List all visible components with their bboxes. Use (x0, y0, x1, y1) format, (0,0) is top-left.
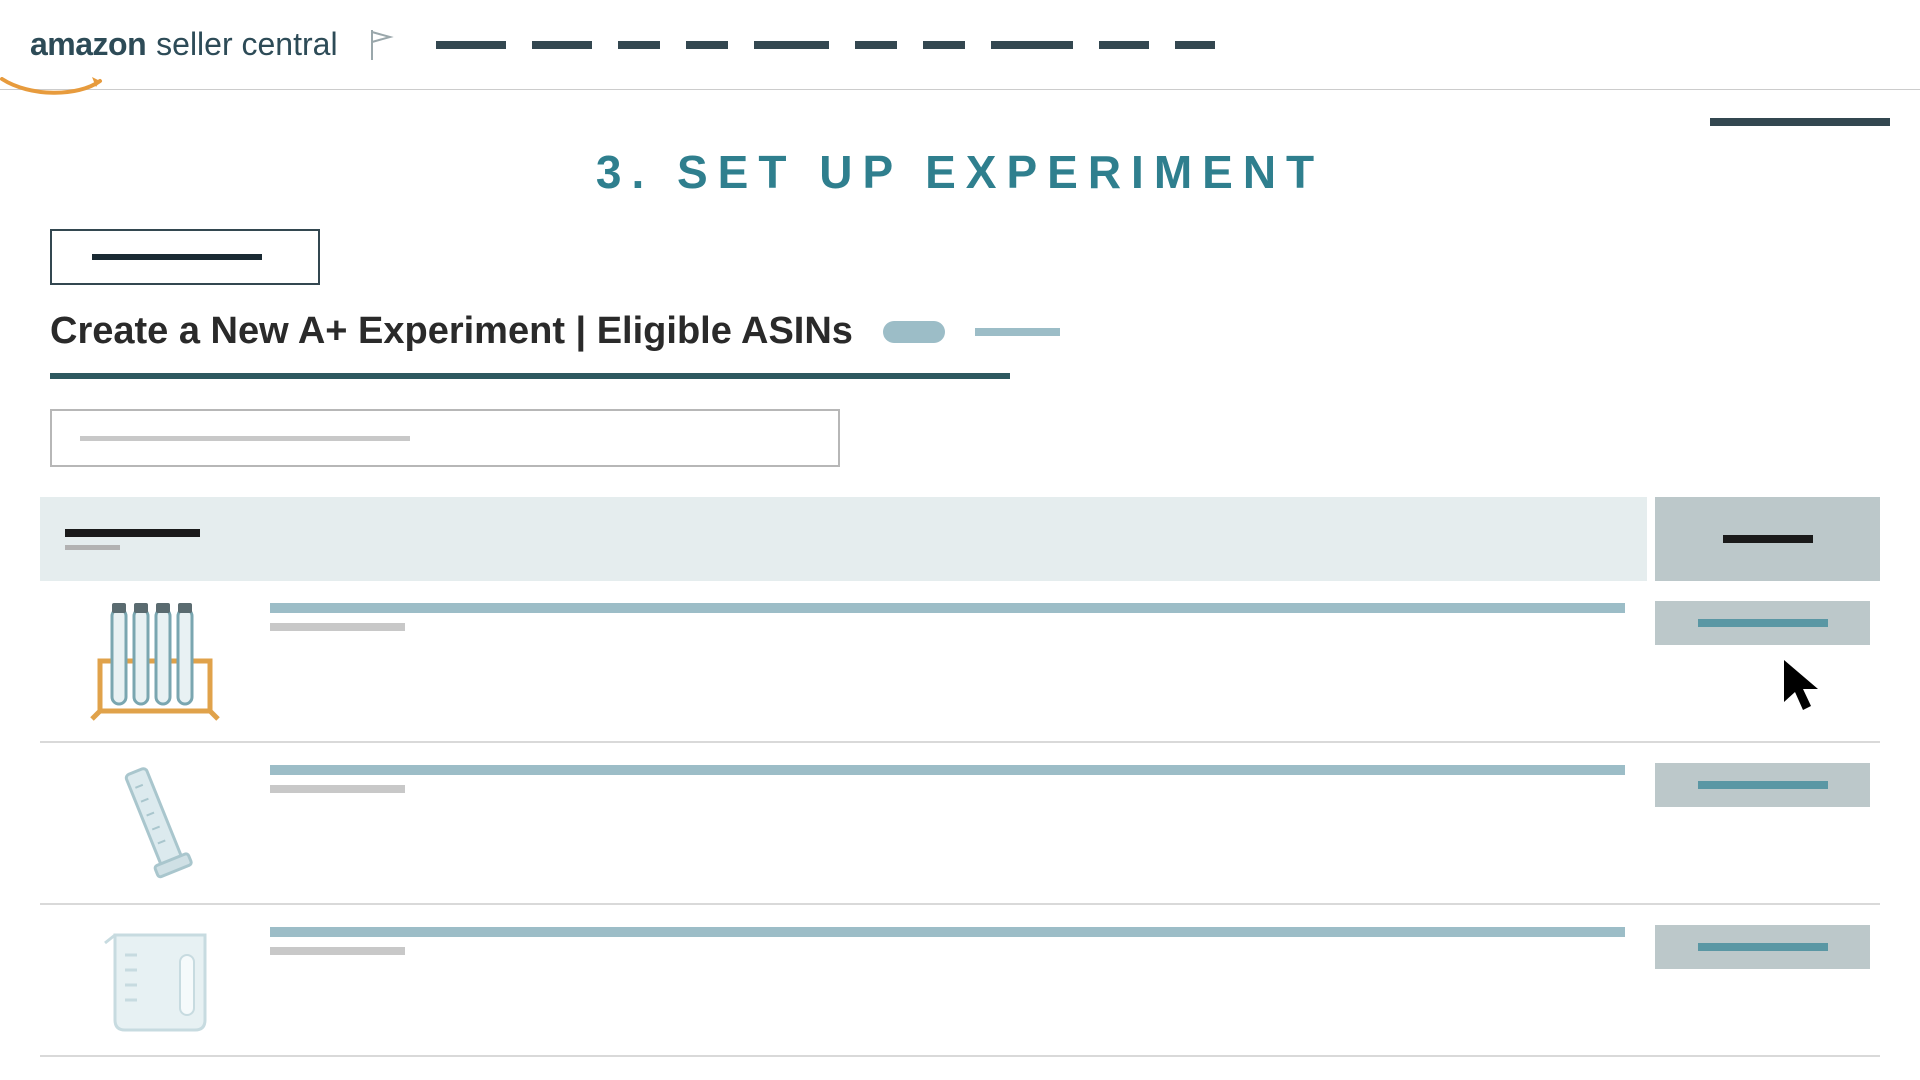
nav-item[interactable] (532, 41, 592, 49)
heading-underline (50, 373, 1010, 379)
nav-item[interactable] (1175, 41, 1215, 49)
create-experiment-button[interactable] (1655, 763, 1870, 807)
top-right-link[interactable] (1710, 118, 1890, 126)
nav-item[interactable] (436, 41, 506, 49)
product-title[interactable] (270, 603, 1625, 613)
nav-item[interactable] (855, 41, 897, 49)
product-image (40, 763, 270, 883)
create-experiment-button[interactable] (1655, 925, 1870, 969)
product-asin (270, 623, 405, 631)
search-placeholder (80, 436, 410, 441)
test-tubes-icon (90, 601, 220, 721)
product-image (40, 601, 270, 721)
info-pill-icon[interactable] (883, 321, 945, 343)
cylinder-icon (100, 763, 210, 883)
product-title[interactable] (270, 927, 1625, 937)
search-input[interactable] (50, 409, 840, 467)
back-button-label (92, 254, 262, 260)
nav-item[interactable] (991, 41, 1073, 49)
step-title: 3. SET UP EXPERIMENT (40, 145, 1880, 199)
logo-smile-icon (0, 77, 110, 95)
nav-item[interactable] (754, 41, 829, 49)
product-title[interactable] (270, 765, 1625, 775)
flag-icon[interactable] (368, 28, 396, 62)
info-text (975, 328, 1060, 336)
logo[interactable]: amazon seller central (30, 26, 338, 63)
table-header (40, 497, 1880, 581)
table-row (40, 581, 1880, 743)
logo-seller-central-text: seller central (156, 26, 337, 63)
nav-item[interactable] (686, 41, 728, 49)
product-image (40, 925, 270, 1035)
beaker-icon (95, 925, 215, 1035)
column-header-action[interactable] (1655, 497, 1880, 581)
table-row (40, 905, 1880, 1057)
asin-table (40, 497, 1880, 1057)
nav-item[interactable] (1099, 41, 1149, 49)
top-bar: amazon seller central (0, 0, 1920, 90)
logo-amazon-text: amazon (30, 26, 146, 63)
page-heading: Create a New A+ Experiment | Eligible AS… (50, 310, 853, 353)
nav-menu (436, 41, 1215, 49)
table-row (40, 743, 1880, 905)
create-experiment-button[interactable] (1655, 601, 1870, 645)
product-asin (270, 785, 405, 793)
product-asin (270, 947, 405, 955)
column-header-product[interactable] (40, 497, 1647, 581)
nav-item[interactable] (923, 41, 965, 49)
nav-item[interactable] (618, 41, 660, 49)
back-button[interactable] (50, 229, 320, 285)
